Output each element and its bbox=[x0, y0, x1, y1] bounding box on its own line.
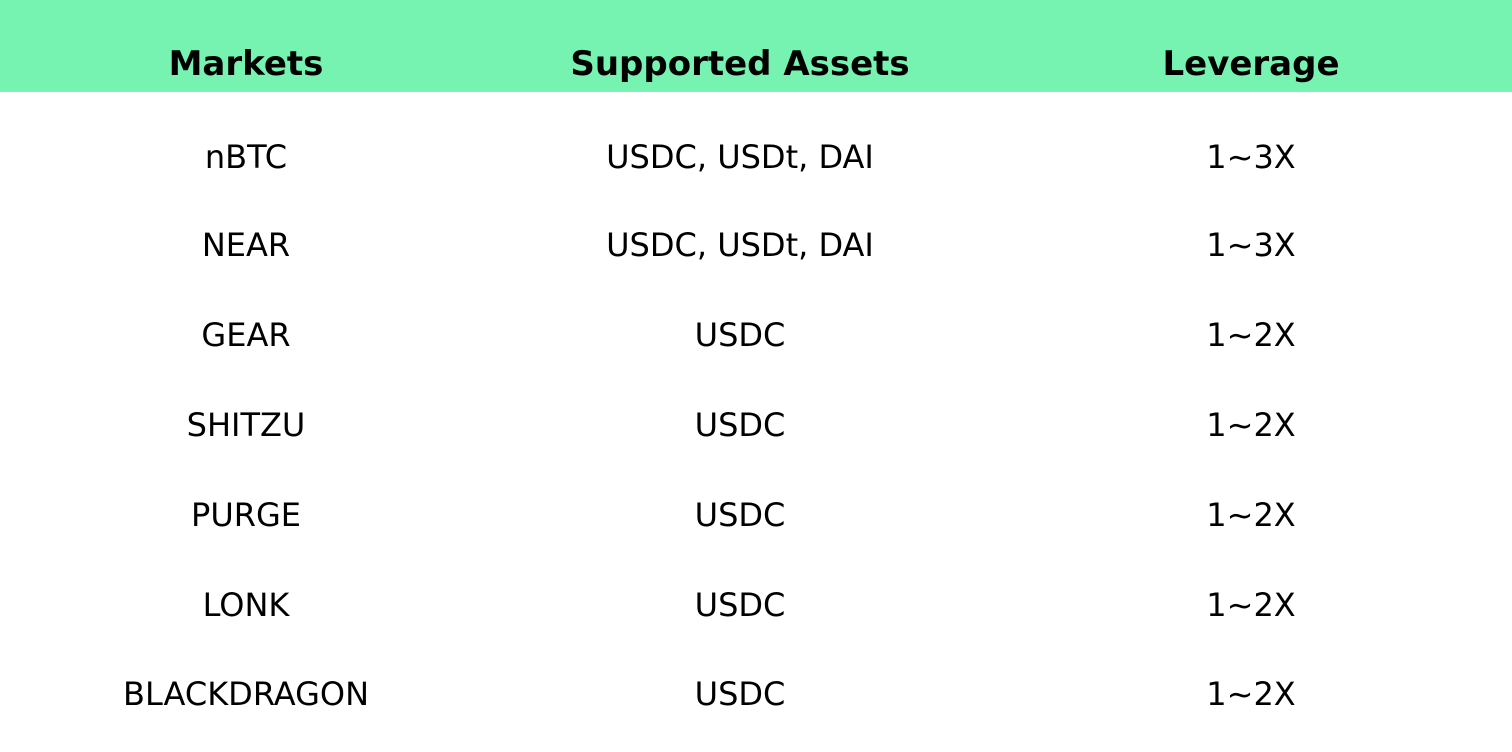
header-supported-assets: Supported Assets bbox=[570, 44, 910, 84]
assets-cell: USDC bbox=[694, 406, 786, 444]
leverage-cell: 1~3X bbox=[1206, 138, 1296, 176]
header-leverage: Leverage bbox=[1162, 44, 1340, 84]
markets-table: Markets Supported Assets Leverage nBTC U… bbox=[0, 0, 1512, 752]
assets-cell: USDC bbox=[694, 316, 786, 354]
assets-cell: USDC, USDt, DAI bbox=[606, 138, 874, 176]
market-cell: NEAR bbox=[201, 226, 291, 264]
assets-cell: USDC bbox=[694, 675, 786, 713]
header-markets: Markets bbox=[168, 44, 324, 84]
market-cell: nBTC bbox=[204, 138, 288, 176]
leverage-cell: 1~2X bbox=[1206, 496, 1296, 534]
leverage-cell: 1~2X bbox=[1206, 586, 1296, 624]
assets-cell: USDC, USDt, DAI bbox=[606, 226, 874, 264]
market-cell: BLACKDRAGON bbox=[123, 675, 369, 713]
leverage-cell: 1~2X bbox=[1206, 316, 1296, 354]
leverage-cell: 1~3X bbox=[1206, 226, 1296, 264]
assets-cell: USDC bbox=[694, 496, 786, 534]
leverage-cell: 1~2X bbox=[1206, 675, 1296, 713]
market-cell: LONK bbox=[202, 586, 290, 624]
market-cell: PURGE bbox=[191, 496, 301, 534]
leverage-cell: 1~2X bbox=[1206, 406, 1296, 444]
market-cell: SHITZU bbox=[186, 406, 306, 444]
assets-cell: USDC bbox=[694, 586, 786, 624]
market-cell: GEAR bbox=[201, 316, 291, 354]
table-header: Markets Supported Assets Leverage bbox=[0, 0, 1512, 92]
